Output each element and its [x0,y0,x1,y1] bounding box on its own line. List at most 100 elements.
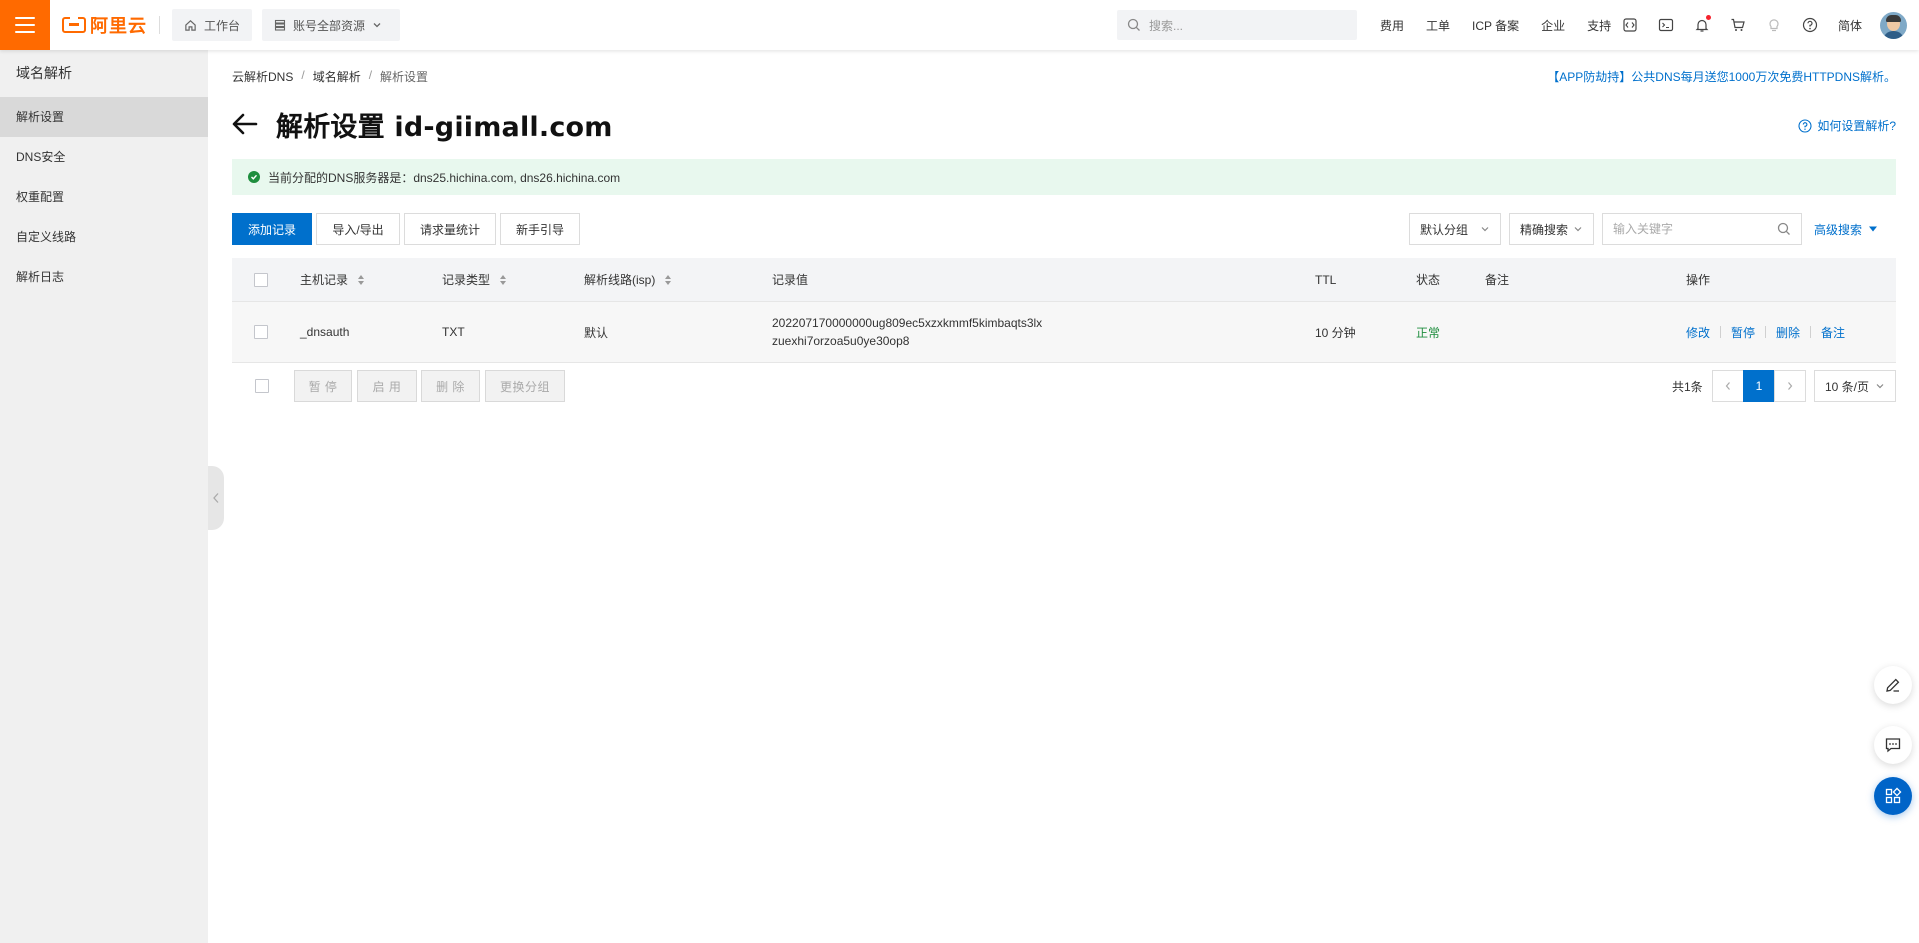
row-select-cell [254,302,268,362]
next-page-button[interactable] [1774,370,1806,402]
sidebar-item-custom-line[interactable]: 自定义线路 [0,217,208,257]
nav-link-icp[interactable]: ICP 备案 [1472,17,1519,34]
group-select[interactable]: 默认分组 [1409,213,1501,245]
breadcrumb-item-domain-resolve[interactable]: 域名解析 [313,68,361,85]
sidebar-title: 域名解析 [16,65,72,81]
global-search-input[interactable]: 搜索... [1117,10,1357,40]
col-host-label: 主机记录 [300,273,349,287]
records-table: 主机记录 记录类型 解析线路(isp) 记录值 TTL 状态 备注 操作 _dn… [232,258,1896,363]
cell-host: _dnsauth [300,325,350,339]
cell-type: TXT [442,325,465,339]
grid-icon [1885,787,1902,804]
code-icon[interactable] [1620,15,1640,35]
batch-delete-button[interactable]: 删 除 [421,370,480,402]
page-1-button[interactable]: 1 [1743,370,1775,402]
layers-icon [274,19,286,31]
nav-link-billing[interactable]: 费用 [1380,17,1404,34]
beginner-guide-button[interactable]: 新手引导 [500,213,580,245]
divider [1720,326,1722,338]
records-toolbar: 添加记录 导入/导出 请求量统计 新手引导 默认分组 精确搜索 高级搜索 [232,213,1896,245]
how-to-setup-link[interactable]: 如何设置解析? [1798,117,1896,134]
sort-icon[interactable] [500,274,507,285]
col-status-label: 状态 [1416,273,1441,287]
edit-icon [1886,678,1900,692]
import-export-button[interactable]: 导入/导出 [316,213,400,245]
chevron-down-icon [1481,227,1489,232]
col-remark-label: 备注 [1485,273,1510,287]
edit-link[interactable]: 修改 [1686,324,1710,341]
prev-page-button[interactable] [1712,370,1744,402]
feedback-edit-button[interactable] [1874,666,1912,704]
nav-link-enterprise[interactable]: 企业 [1541,17,1565,34]
sidebar-item-dns-settings[interactable]: 解析设置 [0,97,208,137]
chevron-left-icon [213,493,219,503]
terminal-icon[interactable] [1656,15,1676,35]
sidebar-item-dns-security[interactable]: DNS安全 [0,137,208,177]
nav-link-support[interactable]: 支持 [1587,17,1611,34]
app-grid-button[interactable] [1874,777,1912,815]
sort-icon[interactable] [665,274,672,285]
search-mode-value: 精确搜索 [1520,222,1569,237]
cart-icon[interactable] [1728,15,1748,35]
bell-icon[interactable] [1692,15,1712,35]
batch-pause-button[interactable]: 暂 停 [294,370,352,402]
workbench-button[interactable]: 工作台 [172,9,253,41]
select-all-checkbox[interactable] [254,272,268,287]
col-ttl-label: TTL [1315,272,1337,287]
sidebar: 域名解析 解析设置 DNS安全 权重配置 自定义线路 解析日志 [0,50,208,943]
nav-link-ticket[interactable]: 工单 [1426,17,1450,34]
col-status: 状态 [1416,258,1440,301]
delete-link[interactable]: 删除 [1776,324,1800,341]
col-host[interactable]: 主机记录 [300,258,365,301]
sidebar-item-dns-log[interactable]: 解析日志 [0,257,208,297]
chevron-right-icon [1788,382,1793,390]
cell-status: 正常 [1416,325,1441,340]
chevron-down-icon [1876,384,1884,389]
promo-link[interactable]: 【APP防劫持】公共DNS每月送您1000万次免费HTTPDNS解析。 [1547,68,1896,85]
chat-button[interactable] [1874,726,1912,764]
col-type[interactable]: 记录类型 [442,258,507,301]
breadcrumb: 云解析DNS / 域名解析 / 解析设置 [232,68,428,85]
cell-value-line2: zuexhi7orzoa5u0ye30op8 [772,334,910,348]
cell-line: 默认 [584,325,609,340]
col-value: 记录值 [772,258,808,301]
col-ttl: TTL [1315,258,1336,301]
keyword-input[interactable] [1613,222,1763,236]
batch-actions-bar: 暂 停 启 用 删 除 更换分组 共1条 1 10 条/页 [232,370,1896,402]
aliyun-logo[interactable]: 阿里云 [62,0,147,50]
batch-select-checkbox[interactable] [255,379,269,393]
help-icon[interactable] [1800,15,1820,35]
user-avatar[interactable] [1880,12,1907,39]
notification-dot [1706,15,1711,20]
group-select-value: 默认分组 [1420,222,1469,237]
col-line[interactable]: 解析线路(isp) [584,258,672,301]
batch-enable-button[interactable]: 启 用 [357,370,417,402]
sidebar-collapse-button[interactable] [208,466,224,530]
sort-icon[interactable] [358,274,365,285]
page-size-select[interactable]: 10 条/页 [1814,370,1896,402]
chevron-down-icon [373,23,381,28]
batch-change-group-button[interactable]: 更换分组 [485,370,565,402]
advanced-search-button[interactable]: 高级搜索 [1814,213,1878,245]
advanced-search-label: 高级搜索 [1814,222,1863,237]
col-remark: 备注 [1485,258,1509,301]
search-icon[interactable] [1777,222,1791,236]
top-icons [1620,0,1820,50]
request-stats-button[interactable]: 请求量统计 [404,213,496,245]
remark-link[interactable]: 备注 [1821,324,1845,341]
lightbulb-icon[interactable] [1764,15,1784,35]
cell-value-line1: 202207170000000ug809ec5xzxkmmf5kimbaqts3… [772,316,1043,330]
hamburger-menu-button[interactable] [0,0,50,50]
back-arrow-icon[interactable] [232,110,260,138]
search-mode-select[interactable]: 精确搜索 [1509,213,1594,245]
breadcrumb-item-cloud-dns[interactable]: 云解析DNS [232,68,293,85]
language-switch[interactable]: 简体 [1838,17,1862,34]
top-links: 费用 工单 ICP 备案 企业 支持 [1380,0,1633,50]
pause-link[interactable]: 暂停 [1731,324,1755,341]
page-size-value: 10 条/页 [1825,379,1870,394]
add-record-button[interactable]: 添加记录 [232,213,312,245]
resource-group-select[interactable]: 账号全部资源 [262,9,401,41]
row-checkbox[interactable] [254,325,268,339]
page-title: 解析设置 id-giimall.com [276,111,613,143]
sidebar-item-weight-config[interactable]: 权重配置 [0,177,208,217]
